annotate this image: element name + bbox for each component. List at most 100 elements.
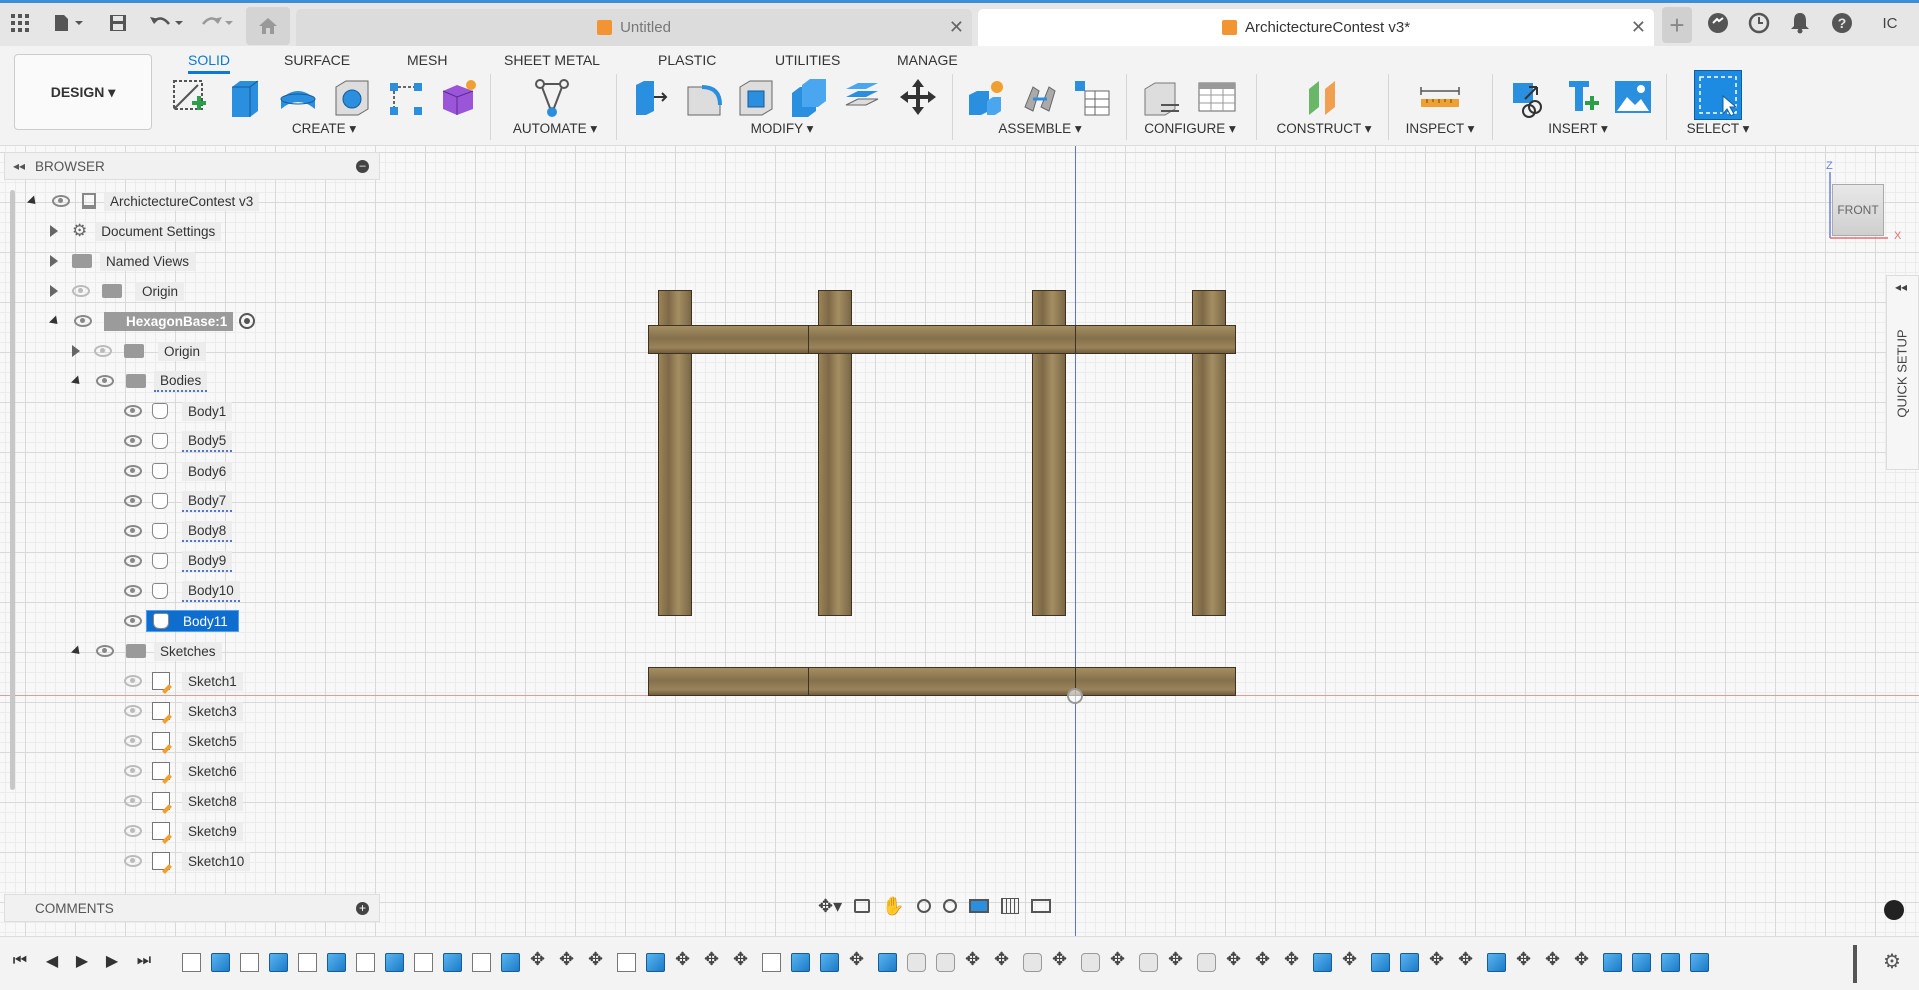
timeline-feature-item[interactable] xyxy=(646,952,665,972)
browser-minimize-icon[interactable]: – xyxy=(356,159,369,173)
tree-sketches-folder[interactable]: Sketches xyxy=(70,639,222,663)
redo-icon[interactable] xyxy=(196,9,236,37)
shell-icon[interactable] xyxy=(734,74,778,122)
expand-triangle-icon[interactable] xyxy=(72,345,80,357)
timeline-component-item[interactable] xyxy=(1197,952,1216,972)
timeline-move-item[interactable] xyxy=(1052,949,1071,972)
create-form-icon[interactable] xyxy=(436,74,480,122)
measure-icon[interactable] xyxy=(1418,74,1462,122)
notifications-bell-icon[interactable] xyxy=(1786,9,1814,37)
timeline-sketch-item[interactable] xyxy=(617,952,636,972)
orbit-icon[interactable]: ✥▾ xyxy=(818,896,842,917)
workspace-switcher-button[interactable]: DESIGN ▾ xyxy=(14,54,152,130)
tree-component-origin[interactable]: Origin xyxy=(72,339,207,363)
close-tab-icon[interactable]: ✕ xyxy=(1631,17,1646,38)
hidden-eye-icon[interactable] xyxy=(124,675,142,687)
quick-setup-panel[interactable]: ◂◂ QUICK SETUP xyxy=(1886,275,1919,470)
offset-face-icon[interactable] xyxy=(840,74,884,122)
visibility-eye-icon[interactable] xyxy=(96,375,114,387)
tree-body-item[interactable]: Body5 xyxy=(124,429,233,453)
timeline-feature-item[interactable] xyxy=(1400,952,1419,972)
timeline-feature-item[interactable] xyxy=(791,952,810,972)
timeline-move-item[interactable] xyxy=(849,949,868,972)
new-component-icon[interactable] xyxy=(964,74,1008,122)
tree-body-item[interactable]: Body6 xyxy=(124,459,233,483)
expand-triangle-icon[interactable] xyxy=(70,374,84,388)
hidden-eye-icon[interactable] xyxy=(124,855,142,867)
expand-triangle-icon[interactable] xyxy=(50,255,58,267)
hidden-eye-icon[interactable] xyxy=(124,705,142,717)
tab-plastic[interactable]: PLASTIC xyxy=(658,46,716,74)
visibility-eye-icon[interactable] xyxy=(124,615,142,627)
timeline-feature-item[interactable] xyxy=(1690,952,1709,972)
visibility-eye-icon[interactable] xyxy=(124,405,142,417)
tree-sketch-item[interactable]: Sketch5 xyxy=(124,729,243,753)
insert-mcmaster-icon[interactable] xyxy=(1560,74,1604,122)
hole-icon[interactable] xyxy=(330,74,374,122)
select-group-label[interactable]: SELECT ▾ xyxy=(1668,121,1768,137)
timeline-feature-item[interactable] xyxy=(501,952,520,972)
timeline-move-item[interactable] xyxy=(1574,949,1593,972)
job-status-icon[interactable] xyxy=(1745,9,1773,37)
fit-zoom-icon[interactable] xyxy=(942,899,957,913)
timeline-feature-item[interactable] xyxy=(385,952,404,972)
tree-sketch-item[interactable]: Sketch6 xyxy=(124,759,243,783)
timeline-move-item[interactable] xyxy=(1255,949,1274,972)
wood-beam-top-middle[interactable] xyxy=(808,325,1076,354)
timeline-move-item[interactable] xyxy=(559,949,578,972)
hidden-eye-icon[interactable] xyxy=(94,345,112,357)
timeline-track[interactable] xyxy=(182,947,1862,977)
move-copy-icon[interactable] xyxy=(896,74,940,122)
tab-utilities[interactable]: UTILITIES xyxy=(775,46,840,74)
timeline-move-item[interactable] xyxy=(1545,949,1564,972)
save-icon[interactable] xyxy=(104,9,132,37)
timeline-move-item[interactable] xyxy=(1516,949,1535,972)
hidden-eye-icon[interactable] xyxy=(72,285,90,297)
expand-triangle-icon[interactable] xyxy=(50,225,58,237)
timeline-settings-gear-icon[interactable]: ⚙ xyxy=(1880,949,1904,973)
automate-group-label[interactable]: AUTOMATE ▾ xyxy=(505,121,605,137)
timeline-sketch-item[interactable] xyxy=(472,952,491,972)
tree-document-settings[interactable]: ⚙ Document Settings xyxy=(50,219,222,243)
configuration-table-icon[interactable] xyxy=(1196,74,1240,122)
tab-mesh[interactable]: MESH xyxy=(407,46,447,74)
create-sketch-icon[interactable] xyxy=(168,74,212,122)
timeline-component-item[interactable] xyxy=(1023,952,1042,972)
combine-icon[interactable] xyxy=(786,74,830,122)
hidden-eye-icon[interactable] xyxy=(124,825,142,837)
visibility-eye-icon[interactable] xyxy=(96,645,114,657)
tab-solid[interactable]: SOLID xyxy=(188,46,231,74)
extensions-icon[interactable] xyxy=(1704,9,1732,37)
hidden-eye-icon[interactable] xyxy=(124,735,142,747)
timeline-feature-item[interactable] xyxy=(1313,952,1332,972)
comments-expand-icon[interactable]: + xyxy=(356,901,369,915)
visibility-eye-icon[interactable] xyxy=(124,585,142,597)
tree-root[interactable]: ArchictectureContest v3 xyxy=(26,189,260,213)
revolve-icon[interactable] xyxy=(276,74,320,122)
tree-component[interactable]: HexagonBase:1 xyxy=(48,309,256,333)
timeline-feature-item[interactable] xyxy=(820,952,839,972)
timeline-sketch-item[interactable] xyxy=(356,952,375,972)
zoom-icon[interactable] xyxy=(916,899,931,913)
timeline-move-item[interactable] xyxy=(704,949,723,972)
tree-body-item[interactable]: Body1 xyxy=(124,399,233,423)
select-icon[interactable] xyxy=(1694,70,1742,120)
viewcube[interactable]: Z X FRONT xyxy=(1826,160,1901,242)
timeline-last-icon[interactable]: ⏭ xyxy=(132,949,156,973)
tree-body-item-selected[interactable]: Body11 xyxy=(124,609,239,633)
visibility-eye-icon[interactable] xyxy=(52,195,70,207)
timeline-move-item[interactable] xyxy=(1110,949,1129,972)
comments-panel[interactable]: COMMENTS + xyxy=(4,894,380,922)
help-icon[interactable]: ? xyxy=(1828,9,1856,37)
tree-body-item[interactable]: Body7 xyxy=(124,489,233,513)
tree-sketch-item[interactable]: Sketch9 xyxy=(124,819,243,843)
insert-derive-icon[interactable] xyxy=(1506,74,1550,122)
collapse-arrows-icon[interactable]: ◂◂ xyxy=(1895,280,1907,294)
timeline-move-item[interactable] xyxy=(530,949,549,972)
app-grid-icon[interactable] xyxy=(6,9,34,37)
timeline-move-item[interactable] xyxy=(1284,949,1303,972)
visibility-eye-icon[interactable] xyxy=(124,465,142,477)
tree-body-item[interactable]: Body9 xyxy=(124,549,233,573)
inspect-group-label[interactable]: INSPECT ▾ xyxy=(1390,121,1490,137)
timeline-move-item[interactable] xyxy=(1458,949,1477,972)
